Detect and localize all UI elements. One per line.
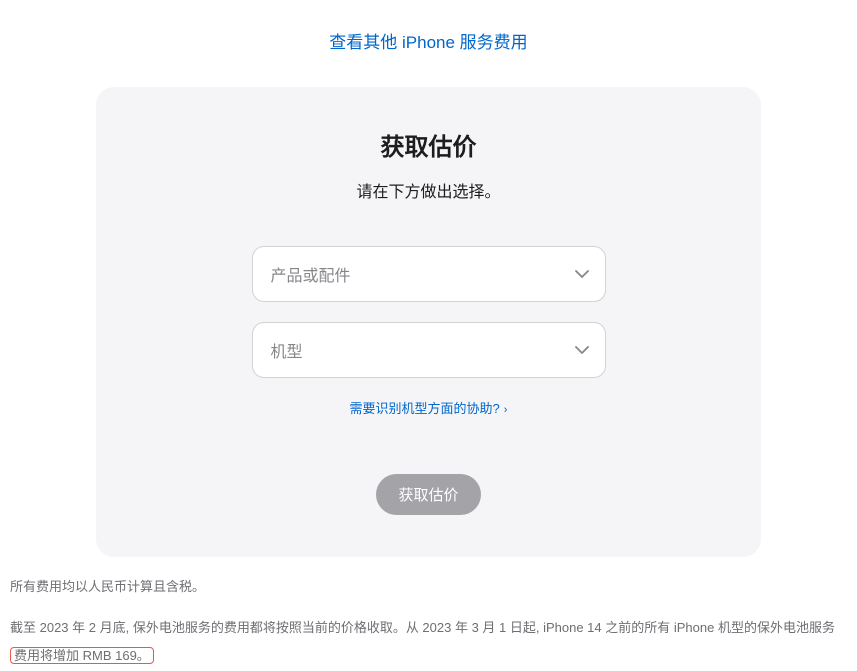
footer-note-text: 截至 2023 年 2 月底, 保外电池服务的费用都将按照当前的价格收取。从 2… [10, 620, 835, 635]
product-select[interactable]: 产品或配件 [252, 246, 606, 302]
model-select[interactable]: 机型 [252, 322, 606, 378]
price-increase-highlight: 费用将增加 RMB 169。 [10, 647, 154, 664]
product-select-wrapper: 产品或配件 [252, 246, 606, 302]
chevron-down-icon [575, 346, 589, 354]
identify-model-help-link[interactable]: 需要识别机型方面的协助? › [350, 401, 508, 416]
footer-tax-note: 所有费用均以人民币计算且含税。 [10, 577, 845, 598]
card-subtitle: 请在下方做出选择。 [156, 178, 701, 202]
model-select-placeholder: 机型 [271, 338, 303, 362]
footer-container: 所有费用均以人民币计算且含税。 截至 2023 年 2 月底, 保外电池服务的费… [10, 577, 845, 671]
footer-price-note: 截至 2023 年 2 月底, 保外电池服务的费用都将按照当前的价格收取。从 2… [10, 614, 845, 671]
card-title: 获取估价 [156, 127, 701, 162]
get-estimate-button[interactable]: 获取估价 [376, 474, 480, 515]
help-link-text: 需要识别机型方面的协助? [350, 401, 500, 416]
chevron-down-icon [575, 270, 589, 278]
top-link-container: 查看其他 iPhone 服务费用 [0, 0, 857, 73]
help-link-container: 需要识别机型方面的协助? › [156, 398, 701, 418]
estimate-card: 获取估价 请在下方做出选择。 产品或配件 机型 需要识别机型方面的协助? › 获取… [96, 87, 761, 557]
other-services-link[interactable]: 查看其他 iPhone 服务费用 [329, 33, 527, 52]
product-select-placeholder: 产品或配件 [271, 262, 351, 286]
chevron-right-icon: › [504, 404, 508, 416]
model-select-wrapper: 机型 [252, 322, 606, 378]
